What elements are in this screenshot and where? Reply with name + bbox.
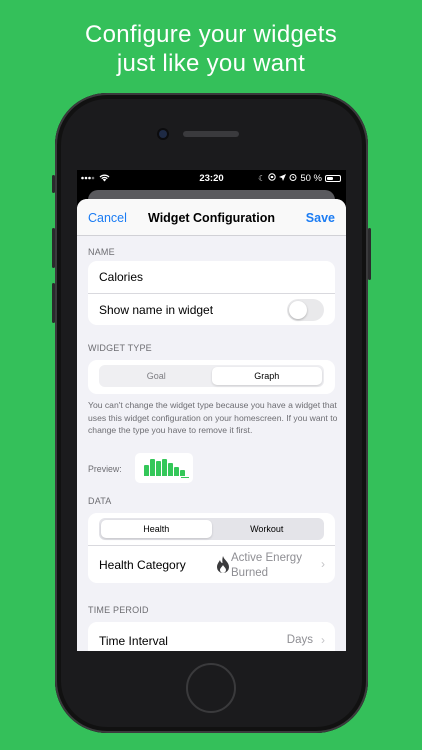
widget-type-note: You can't change the widget type because… [88,400,338,435]
data-group: Health Workout Health Category Active En… [88,513,335,583]
chevron-right-icon: › [321,557,325,571]
preview-baseline [181,476,189,478]
power-button [368,228,371,280]
name-field[interactable]: Calories [88,261,335,293]
show-name-toggle[interactable] [287,299,324,321]
rotation-lock-icon [268,173,277,184]
name-value: Calories [99,270,144,284]
section-header-name: NAME [88,247,115,257]
save-button[interactable]: Save [306,211,335,225]
health-category-value-line-2: Burned [231,567,269,579]
navigation-bar: Cancel Widget Configuration Save [77,199,346,236]
promo-line-1: Configure your widgets [84,21,338,48]
time-interval-value: Days [286,634,313,646]
promo-headline: Configure your widgets just like you wan… [0,20,422,78]
battery-icon [325,175,341,182]
volume-down-button [52,283,55,323]
front-camera [159,130,167,138]
data-segmented-control: Health Workout [99,518,324,540]
preview-bar [180,469,185,476]
health-category-value: Active Energy Burned [231,551,313,581]
segment-graph[interactable]: Graph [211,367,322,385]
phone-screen: 23:20 ☾ 50 % Cancel Widget Configuration… [77,170,346,651]
alarm-icon [289,173,297,184]
preview-bar [150,458,155,476]
promo-line-2: just like you want [116,50,306,77]
show-name-row: Show name in widget [88,293,335,325]
section-header-widget-type: WIDGET TYPE [88,343,152,353]
time-group: Time Interval Days › [88,622,335,651]
name-group: Calories Show name in widget [88,261,335,325]
flame-icon [216,556,230,579]
volume-up-button [52,228,55,268]
health-category-row[interactable]: Health Category Active Energy Burned › [88,545,335,583]
phone-frame: 23:20 ☾ 50 % Cancel Widget Configuration… [52,93,371,733]
preview-bar [174,467,179,476]
silent-switch [52,175,55,193]
chevron-right-icon: › [321,633,325,647]
section-header-time-period: TIME PEROID [88,605,149,615]
section-header-data: DATA [88,496,112,506]
status-bar: 23:20 ☾ 50 % [77,170,346,187]
time-interval-row[interactable]: Time Interval Days › [88,622,335,651]
graph-preview [135,453,193,483]
preview-bar [168,463,173,476]
time-interval-label: Time Interval [99,634,168,648]
segment-workout[interactable]: Workout [212,520,323,538]
preview-label: Preview: [88,464,122,474]
show-name-label: Show name in widget [99,302,214,317]
segment-goal[interactable]: Goal [101,367,212,385]
toggle-knob [289,301,307,319]
widget-type-group: Goal Graph [88,360,335,394]
preview-bar [162,458,167,476]
home-button[interactable] [186,663,236,713]
battery-percentage: 50 % [300,173,322,184]
widget-configuration-sheet: Cancel Widget Configuration Save NAME Ca… [77,199,346,651]
health-category-label: Health Category [99,558,186,572]
location-icon [279,173,287,184]
preview-bar [156,460,161,476]
health-category-value-line-1: Active Energy [231,552,302,564]
segment-health[interactable]: Health [101,520,212,538]
preview-bar [144,465,149,476]
moon-icon: ☾ [258,174,266,183]
widget-type-segmented-control: Goal Graph [99,365,324,387]
earpiece-speaker [183,131,239,137]
